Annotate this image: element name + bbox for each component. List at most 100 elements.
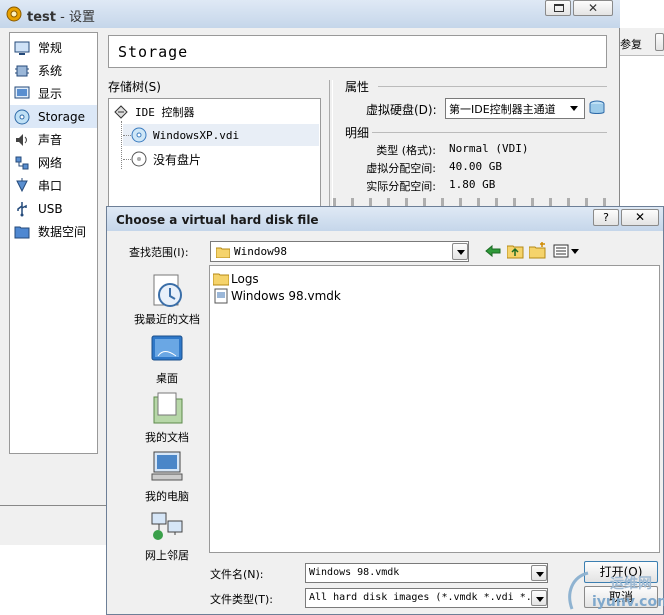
settings-sidebar: 常规系统显示 Storage 声音网络串口 USB 数据空间	[9, 32, 98, 454]
places-item-label: 我的文档	[145, 431, 189, 444]
sidebar-item-label: 网络	[38, 156, 63, 170]
tree-controller-row[interactable]: IDE 控制器	[113, 102, 195, 122]
maximize-button[interactable]	[545, 0, 571, 16]
sidebar-item-7[interactable]: USB	[10, 197, 97, 220]
chevron-down-icon	[536, 572, 544, 577]
cutoff-label: 参复	[620, 38, 642, 51]
places-bar: 我最近的文档 桌面 我的文档 我的电脑 网上邻居	[116, 265, 206, 611]
view-menu-icon[interactable]	[553, 244, 581, 261]
settings-title-page: 设置	[68, 10, 95, 25]
storage-tree-label: 存储树(S)	[108, 80, 161, 94]
details-value: 1.80 GB	[449, 178, 496, 191]
sidebar-item-label: Storage	[38, 109, 85, 124]
sidebar-item-2[interactable]: 显示	[10, 82, 97, 105]
chip-icon	[14, 63, 30, 79]
details-row: 实际分配空间: 1.80 GB	[333, 176, 613, 194]
watermark-line1: 运维网	[610, 576, 652, 592]
sidebar-item-3[interactable]: Storage	[10, 105, 97, 128]
vmdk-file-icon	[214, 288, 228, 303]
settings-title-app: test	[27, 10, 56, 25]
sidebar-item-8[interactable]: 数据空间	[10, 220, 97, 243]
ide-controller-icon	[113, 104, 129, 120]
details-key: 类型 (格式):	[376, 144, 436, 157]
sidebar-item-label: 系统	[38, 64, 63, 78]
desktop-icon	[151, 335, 183, 361]
network-icon	[14, 155, 30, 171]
close-button[interactable]: ✕	[573, 0, 613, 16]
tree-disk-row[interactable]: WindowsXP.vdi	[123, 124, 319, 146]
filename-input[interactable]: Windows 98.vmdk	[305, 563, 548, 583]
sidebar-item-label: 声音	[38, 133, 63, 147]
tree-empty-label: 没有盘片	[153, 152, 202, 167]
tree-disk-label: WindowsXP.vdi	[153, 128, 240, 142]
serial-port-icon	[14, 177, 30, 194]
up-folder-icon[interactable]	[506, 243, 524, 262]
file-item[interactable]: Windows 98.vmdk	[213, 287, 659, 304]
watermark-logo-icon	[568, 571, 589, 610]
back-icon[interactable]	[485, 244, 501, 261]
settings-titlebar: test - 设置 ✕	[0, 0, 620, 28]
filetype-dropdown[interactable]	[531, 590, 547, 606]
places-item-1[interactable]: 桌面	[124, 330, 210, 386]
new-folder-icon[interactable]	[528, 242, 547, 262]
sidebar-item-5[interactable]: 网络	[10, 151, 97, 174]
sidebar-item-4[interactable]: 声音	[10, 128, 97, 151]
places-item-4[interactable]: 网上邻居	[124, 507, 210, 563]
chevron-down-icon	[570, 106, 578, 111]
tree-empty-row[interactable]: 没有盘片	[123, 148, 201, 170]
filename-label: 文件名(N):	[210, 568, 264, 581]
cd-disc-icon	[131, 151, 147, 167]
file-dialog: Choose a virtual hard disk file ? ✕ 查找范围…	[106, 206, 664, 615]
filetype-select[interactable]: All hard disk images (*.vmdk *.vdi *.	[305, 588, 548, 608]
chevron-down-icon	[457, 250, 465, 255]
sidebar-item-6[interactable]: 串口	[10, 174, 97, 197]
sidebar-item-label: 显示	[38, 87, 63, 101]
sidebar-item-label: USB	[38, 201, 63, 216]
virtual-disk-label: 虚拟硬盘(D):	[366, 103, 437, 117]
filename-value: Windows 98.vmdk	[309, 567, 400, 578]
display-icon	[14, 86, 30, 102]
section-title-box: Storage	[108, 35, 607, 68]
lookin-value: Window98	[234, 245, 287, 258]
sidebar-item-1[interactable]: 系统	[10, 59, 97, 82]
lookin-select[interactable]: Window98	[210, 241, 469, 262]
help-icon: ?	[603, 211, 609, 224]
choose-disk-icon[interactable]	[588, 99, 606, 120]
details-row: 虚拟分配空间: 40.00 GB	[333, 158, 613, 176]
details-row: 类型 (格式): Normal (VDI)	[333, 140, 613, 158]
filetype-value: All hard disk images (*.vmdk *.vdi *.	[309, 592, 532, 603]
sidebar-item-label: 常规	[38, 41, 63, 55]
folder-icon	[213, 273, 229, 285]
close-icon: ✕	[634, 210, 646, 224]
help-button[interactable]: ?	[593, 209, 619, 226]
places-item-label: 我最近的文档	[134, 313, 200, 326]
recent-documents-icon	[153, 274, 182, 307]
app-gear-icon	[5, 5, 23, 26]
my-computer-icon	[151, 451, 183, 481]
my-documents-icon	[153, 392, 183, 424]
folder-icon	[215, 246, 231, 261]
places-item-0[interactable]: 我最近的文档	[124, 271, 210, 327]
details-key: 虚拟分配空间:	[366, 162, 436, 175]
settings-title-sep: -	[55, 10, 69, 25]
dialog-close-button[interactable]: ✕	[621, 209, 659, 226]
dialog-title: Choose a virtual hard disk file	[116, 213, 319, 227]
hard-disk-icon	[131, 127, 147, 143]
sidebar-item-0[interactable]: 常规	[10, 36, 97, 59]
file-item[interactable]: Logs	[213, 270, 659, 287]
filename-dropdown[interactable]	[531, 565, 547, 581]
watermark: 运维网 iyunv.com	[560, 567, 664, 615]
tree-controller-label: IDE 控制器	[135, 106, 195, 119]
virtual-disk-value: 第一IDE控制器主通道	[449, 103, 556, 116]
attributes-label: 属性	[345, 80, 370, 94]
watermark-line2: iyunv.com	[592, 594, 664, 610]
places-item-3[interactable]: 我的电脑	[124, 448, 210, 504]
places-item-2[interactable]: 我的文档	[124, 389, 210, 445]
disk-icon	[14, 109, 30, 125]
cutoff-button[interactable]	[655, 33, 664, 51]
chevron-down-icon	[536, 597, 544, 602]
network-places-icon	[151, 512, 183, 540]
virtual-disk-select[interactable]: 第一IDE控制器主通道	[445, 98, 585, 119]
lookin-dropdown[interactable]	[452, 243, 468, 260]
places-item-label: 我的电脑	[145, 490, 189, 503]
